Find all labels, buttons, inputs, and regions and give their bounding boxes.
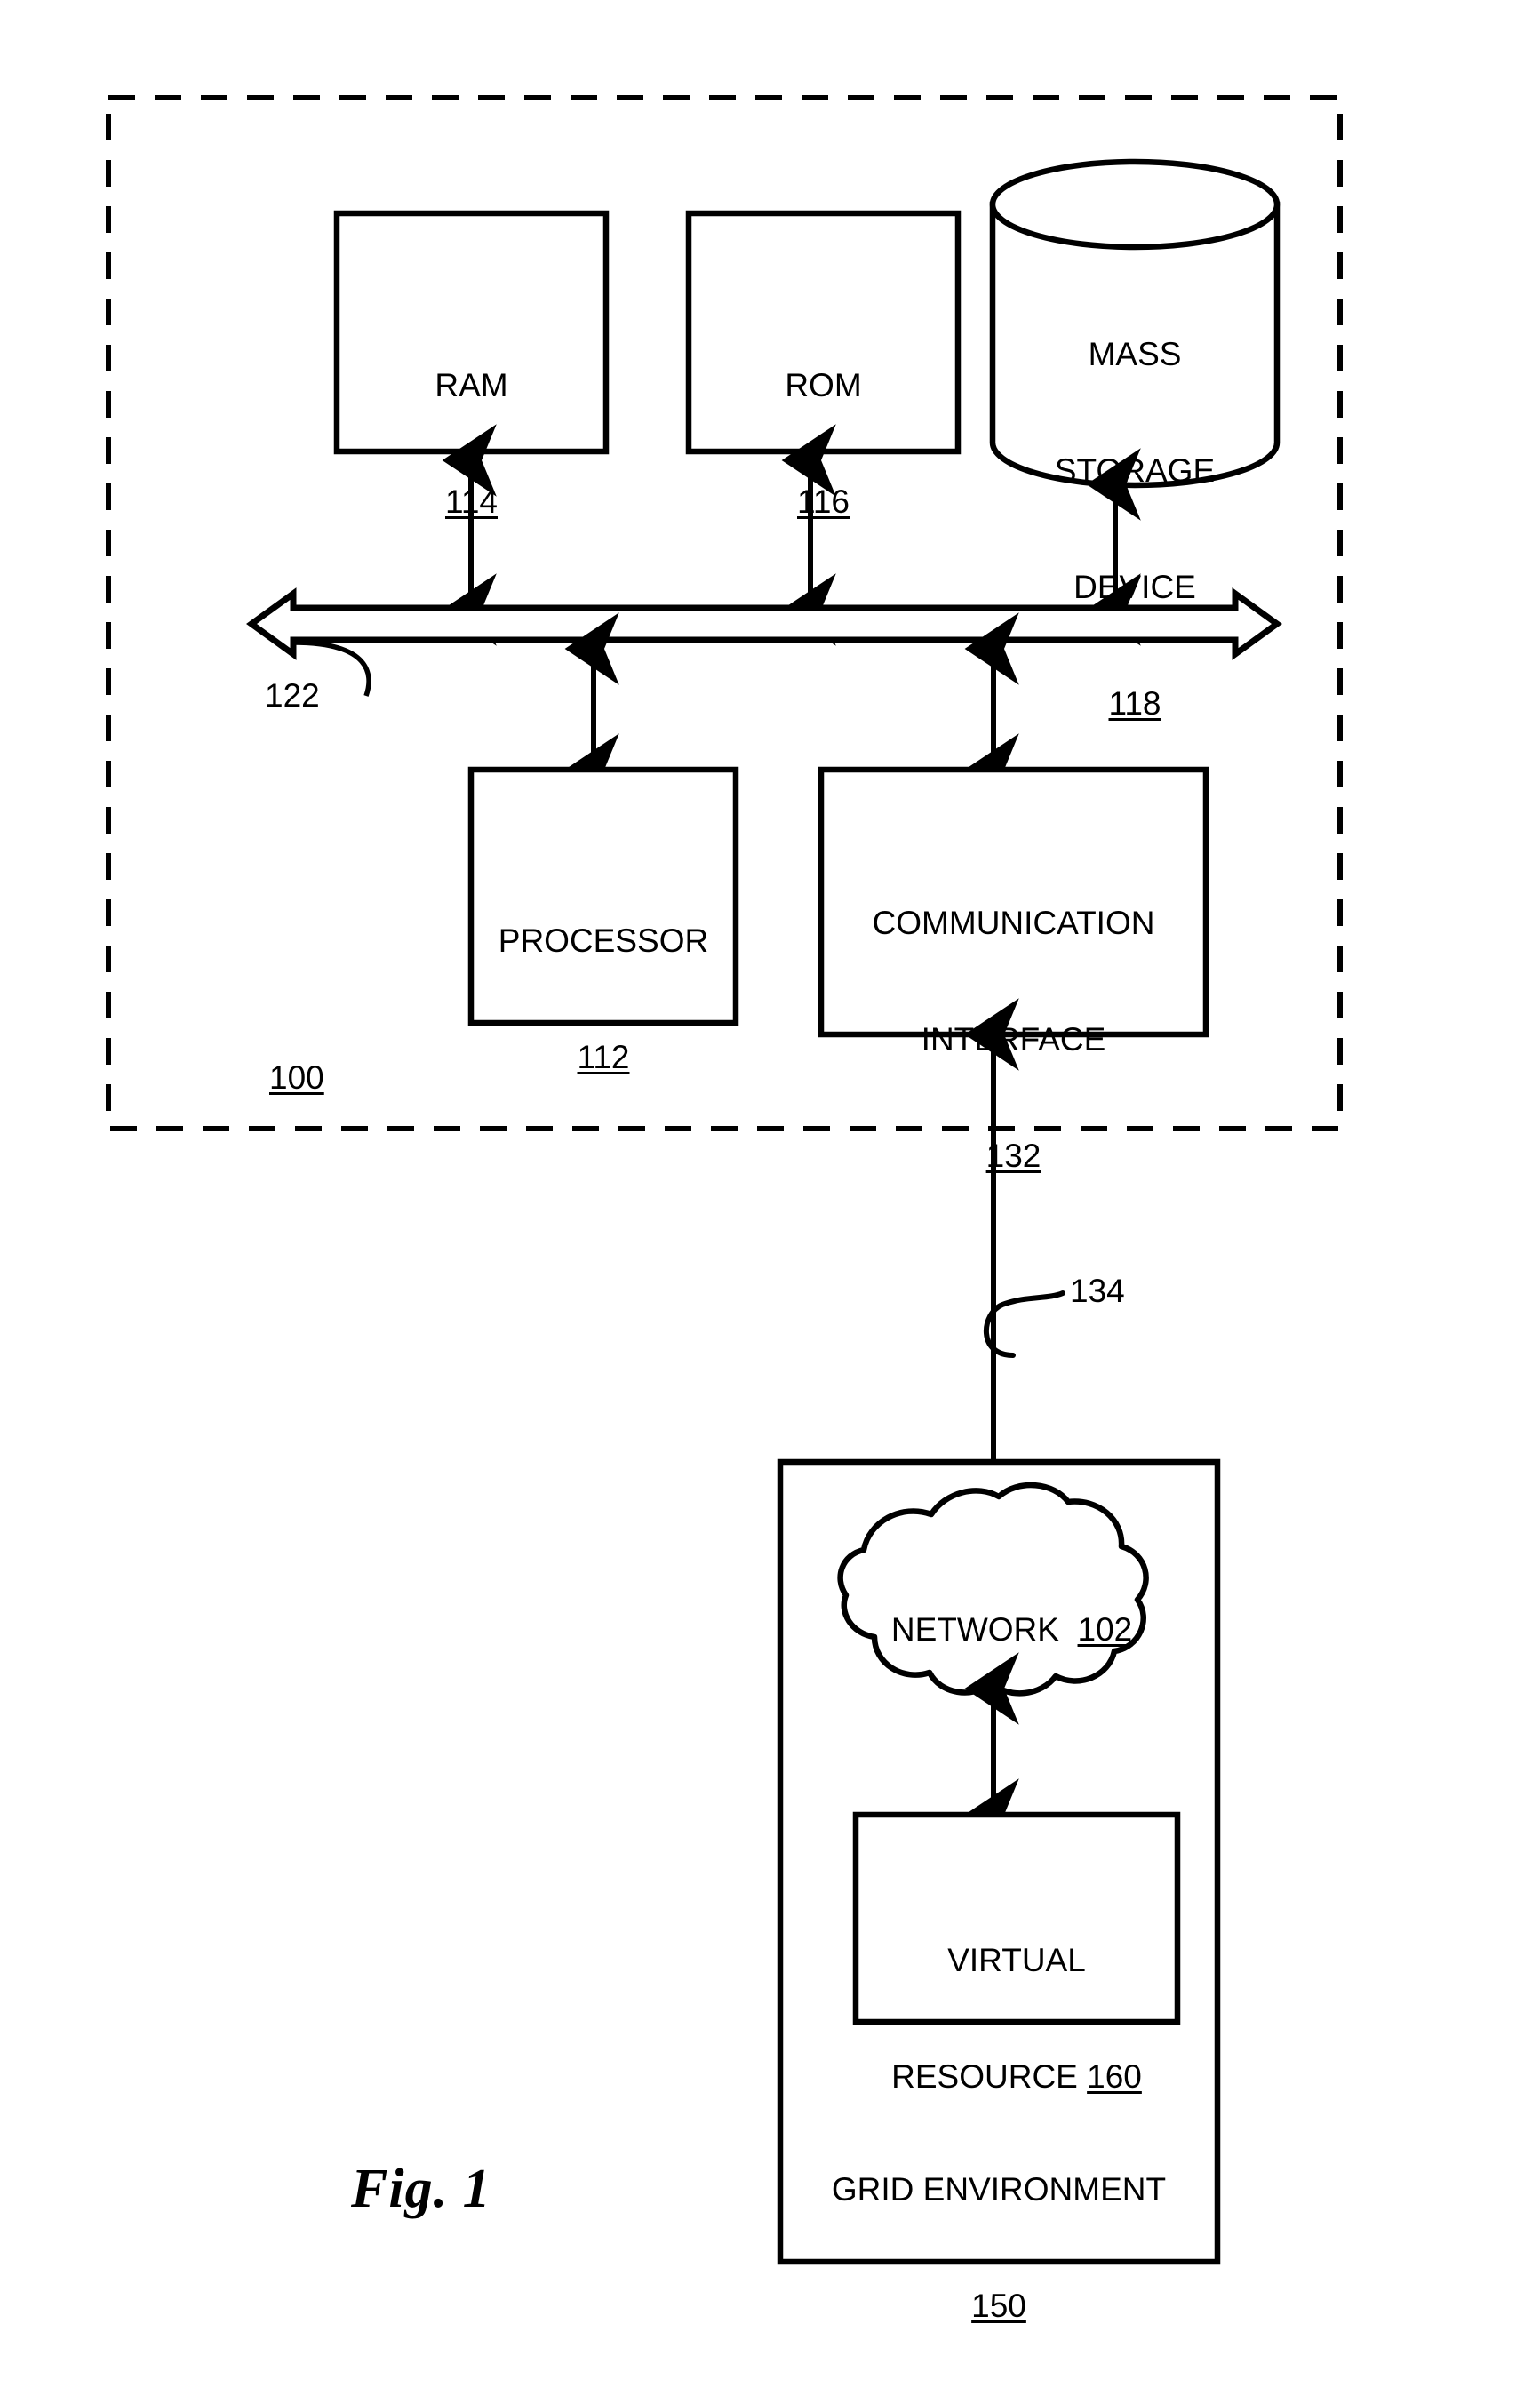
virtual-resource-line2: RESOURCE [891,2058,1078,2096]
mass-storage-line3: DEVICE [1073,569,1196,606]
mass-storage-ref: 118 [1108,685,1161,723]
communication-interface-label: COMMUNICATION INTERFACE 132 [821,827,1206,1253]
mass-storage-line1: MASS [1088,336,1182,373]
communication-interface-line1: COMMUNICATION [872,905,1155,942]
patent-figure-1: RAM 114 ROM 116 MASS STORAGE DEVICE 118 … [0,0,1540,2388]
virtual-resource-ref: 160 [1087,2058,1142,2096]
mass-storage-label: MASS STORAGE DEVICE 118 [988,258,1281,801]
figure-caption: Fig. 1 [351,2159,491,2219]
system-ref: 100 [269,1059,324,1096]
ram-ref: 114 [445,483,498,521]
ram-label-text: RAM [435,367,508,404]
virtual-resource-line1: VIRTUAL [947,1942,1086,1979]
network-label: NETWORK 102 [834,1571,1153,1688]
communication-interface-line2: INTERFACE [921,1021,1106,1058]
grid-environment-label-text: GRID ENVIRONMENT [831,2171,1167,2208]
link-leader-line [983,1290,1065,1358]
link-ref: 134 [1070,1273,1125,1309]
grid-environment-ref: 150 [971,2288,1026,2325]
mass-storage-line2: STORAGE [1054,452,1216,490]
rom-ref: 116 [797,483,850,521]
processor-label: PROCESSOR 112 [459,844,748,1154]
processor-ref: 112 [577,1039,630,1076]
ram-label: RAM 114 [337,289,606,599]
virtual-resource-line2-wrap: RESOURCE 160 [856,2057,1177,2096]
rom-label-text: ROM [785,367,862,404]
network-ref: 102 [1077,1610,1133,1648]
network-label-text: NETWORK [890,1610,1059,1648]
rom-label: ROM 116 [689,289,958,599]
communication-interface-ref: 132 [985,1138,1041,1175]
bus-ref: 122 [265,677,320,714]
grid-environment-label: GRID ENVIRONMENT 150 [780,2093,1217,2388]
processor-label-text: PROCESSOR [498,922,709,960]
